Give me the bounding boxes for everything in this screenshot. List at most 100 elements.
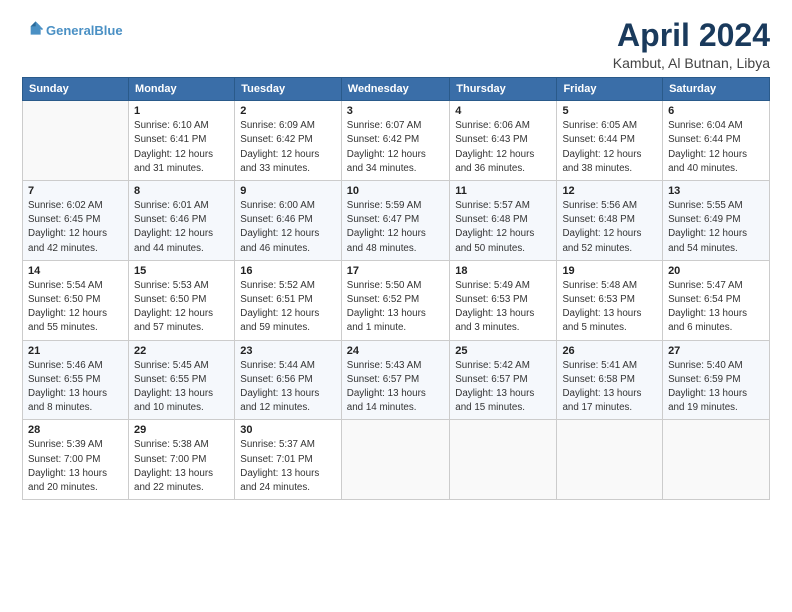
table-row: 3 Sunrise: 6:07 AM Sunset: 6:42 PM Daylig… [341,101,449,181]
day-info: Sunrise: 5:57 AM Sunset: 6:48 PM Dayligh… [455,199,551,256]
table-row: 29 Sunrise: 5:38 AM Sunset: 7:00 PM Dayli… [129,420,235,500]
day-number: 9 [240,185,336,197]
day-info: Sunrise: 6:06 AM Sunset: 6:43 PM Dayligh… [455,119,551,176]
table-row: 20 Sunrise: 5:47 AM Sunset: 6:54 PM Dayli… [663,260,770,340]
day-number: 1 [134,105,229,117]
day-number: 25 [455,345,551,357]
day-number: 2 [240,105,336,117]
table-row: 25 Sunrise: 5:42 AM Sunset: 6:57 PM Dayli… [450,340,557,420]
logo-blue: Blue [94,23,122,38]
table-row: 9Sunrise: 6:00 AM Sunset: 6:46 PM Daylig… [235,181,342,261]
day-info: Sunrise: 6:09 AM Sunset: 6:42 PM Dayligh… [240,119,336,176]
day-info: Sunrise: 6:05 AM Sunset: 6:44 PM Dayligh… [562,119,657,176]
day-number: 3 [347,105,444,117]
table-row: 2 Sunrise: 6:09 AM Sunset: 6:42 PM Daylig… [235,101,342,181]
day-number: 27 [668,345,764,357]
day-number: 20 [668,265,764,277]
day-number: 24 [347,345,444,357]
day-info: Sunrise: 5:49 AM Sunset: 6:53 PM Dayligh… [455,279,551,336]
day-info: Sunrise: 6:07 AM Sunset: 6:42 PM Dayligh… [347,119,444,176]
table-row: 7Sunrise: 6:02 AM Sunset: 6:45 PM Daylig… [23,181,129,261]
header-monday: Monday [129,78,235,101]
day-number: 29 [134,424,229,436]
header-wednesday: Wednesday [341,78,449,101]
day-info: Sunrise: 5:55 AM Sunset: 6:49 PM Dayligh… [668,199,764,256]
day-number: 6 [668,105,764,117]
header-thursday: Thursday [450,78,557,101]
day-number: 18 [455,265,551,277]
table-row: 6 Sunrise: 6:04 AM Sunset: 6:44 PM Daylig… [663,101,770,181]
table-row: 16 Sunrise: 5:52 AM Sunset: 6:51 PM Dayli… [235,260,342,340]
day-number: 15 [134,265,229,277]
table-row: 23 Sunrise: 5:44 AM Sunset: 6:56 PM Dayli… [235,340,342,420]
day-number: 13 [668,185,764,197]
day-number: 28 [28,424,123,436]
table-row: 17 Sunrise: 5:50 AM Sunset: 6:52 PM Dayli… [341,260,449,340]
table-row: 8 Sunrise: 6:01 AM Sunset: 6:46 PM Daylig… [129,181,235,261]
table-row [23,101,129,181]
day-info: Sunrise: 6:04 AM Sunset: 6:44 PM Dayligh… [668,119,764,176]
day-info: Sunrise: 5:45 AM Sunset: 6:55 PM Dayligh… [134,359,229,416]
day-info: Sunrise: 5:50 AM Sunset: 6:52 PM Dayligh… [347,279,444,336]
day-info: Sunrise: 5:43 AM Sunset: 6:57 PM Dayligh… [347,359,444,416]
table-row: 24 Sunrise: 5:43 AM Sunset: 6:57 PM Dayli… [341,340,449,420]
page: GeneralBlue April 2024 Kambut, Al Butnan… [0,0,792,612]
day-info: Sunrise: 6:01 AM Sunset: 6:46 PM Dayligh… [134,199,229,256]
header-friday: Friday [557,78,663,101]
table-row: 22Sunrise: 5:45 AM Sunset: 6:55 PM Dayli… [129,340,235,420]
day-info: Sunrise: 5:42 AM Sunset: 6:57 PM Dayligh… [455,359,551,416]
logo-text: GeneralBlue [46,23,123,39]
day-info: Sunrise: 5:59 AM Sunset: 6:47 PM Dayligh… [347,199,444,256]
day-number: 26 [562,345,657,357]
table-row: 4 Sunrise: 6:06 AM Sunset: 6:43 PM Daylig… [450,101,557,181]
day-number: 17 [347,265,444,277]
table-row [450,420,557,500]
day-info: Sunrise: 5:48 AM Sunset: 6:53 PM Dayligh… [562,279,657,336]
table-row: 15 Sunrise: 5:53 AM Sunset: 6:50 PM Dayli… [129,260,235,340]
day-number: 5 [562,105,657,117]
table-row: 19 Sunrise: 5:48 AM Sunset: 6:53 PM Dayli… [557,260,663,340]
table-row: 11Sunrise: 5:57 AM Sunset: 6:48 PM Dayli… [450,181,557,261]
day-info: Sunrise: 5:47 AM Sunset: 6:54 PM Dayligh… [668,279,764,336]
day-info: Sunrise: 5:38 AM Sunset: 7:00 PM Dayligh… [134,438,229,495]
day-number: 4 [455,105,551,117]
day-info: Sunrise: 5:40 AM Sunset: 6:59 PM Dayligh… [668,359,764,416]
table-row: 27 Sunrise: 5:40 AM Sunset: 6:59 PM Dayli… [663,340,770,420]
table-row: 12Sunrise: 5:56 AM Sunset: 6:48 PM Dayli… [557,181,663,261]
day-info: Sunrise: 5:56 AM Sunset: 6:48 PM Dayligh… [562,199,657,256]
table-row: 10 Sunrise: 5:59 AM Sunset: 6:47 PM Dayli… [341,181,449,261]
day-info: Sunrise: 6:02 AM Sunset: 6:45 PM Dayligh… [28,199,123,256]
table-row: 5 Sunrise: 6:05 AM Sunset: 6:44 PM Daylig… [557,101,663,181]
day-number: 21 [28,345,123,357]
main-title: April 2024 [613,18,770,53]
day-number: 23 [240,345,336,357]
table-row: 18 Sunrise: 5:49 AM Sunset: 6:53 PM Dayli… [450,260,557,340]
table-row: 1 Sunrise: 6:10 AM Sunset: 6:41 PM Daylig… [129,101,235,181]
header-sunday: Sunday [23,78,129,101]
table-row: 21Sunrise: 5:46 AM Sunset: 6:55 PM Dayli… [23,340,129,420]
day-number: 19 [562,265,657,277]
day-info: Sunrise: 6:10 AM Sunset: 6:41 PM Dayligh… [134,119,229,176]
table-row [341,420,449,500]
calendar-header-row: Sunday Monday Tuesday Wednesday Thursday… [23,78,770,101]
day-info: Sunrise: 5:44 AM Sunset: 6:56 PM Dayligh… [240,359,336,416]
subtitle: Kambut, Al Butnan, Libya [613,55,770,71]
day-number: 16 [240,265,336,277]
day-number: 10 [347,185,444,197]
day-info: Sunrise: 5:39 AM Sunset: 7:00 PM Dayligh… [28,438,123,495]
day-info: Sunrise: 5:54 AM Sunset: 6:50 PM Dayligh… [28,279,123,336]
table-row: 30Sunrise: 5:37 AM Sunset: 7:01 PM Dayli… [235,420,342,500]
day-info: Sunrise: 5:52 AM Sunset: 6:51 PM Dayligh… [240,279,336,336]
day-number: 8 [134,185,229,197]
logo-general: General [46,23,94,38]
day-info: Sunrise: 5:53 AM Sunset: 6:50 PM Dayligh… [134,279,229,336]
day-info: Sunrise: 5:37 AM Sunset: 7:01 PM Dayligh… [240,438,336,495]
calendar-table: Sunday Monday Tuesday Wednesday Thursday… [22,77,770,500]
table-row: 13 Sunrise: 5:55 AM Sunset: 6:49 PM Dayli… [663,181,770,261]
table-row: 14Sunrise: 5:54 AM Sunset: 6:50 PM Dayli… [23,260,129,340]
header-saturday: Saturday [663,78,770,101]
day-info: Sunrise: 5:41 AM Sunset: 6:58 PM Dayligh… [562,359,657,416]
table-row: 28 Sunrise: 5:39 AM Sunset: 7:00 PM Dayli… [23,420,129,500]
table-row: 26 Sunrise: 5:41 AM Sunset: 6:58 PM Dayli… [557,340,663,420]
logo: GeneralBlue [22,18,123,43]
